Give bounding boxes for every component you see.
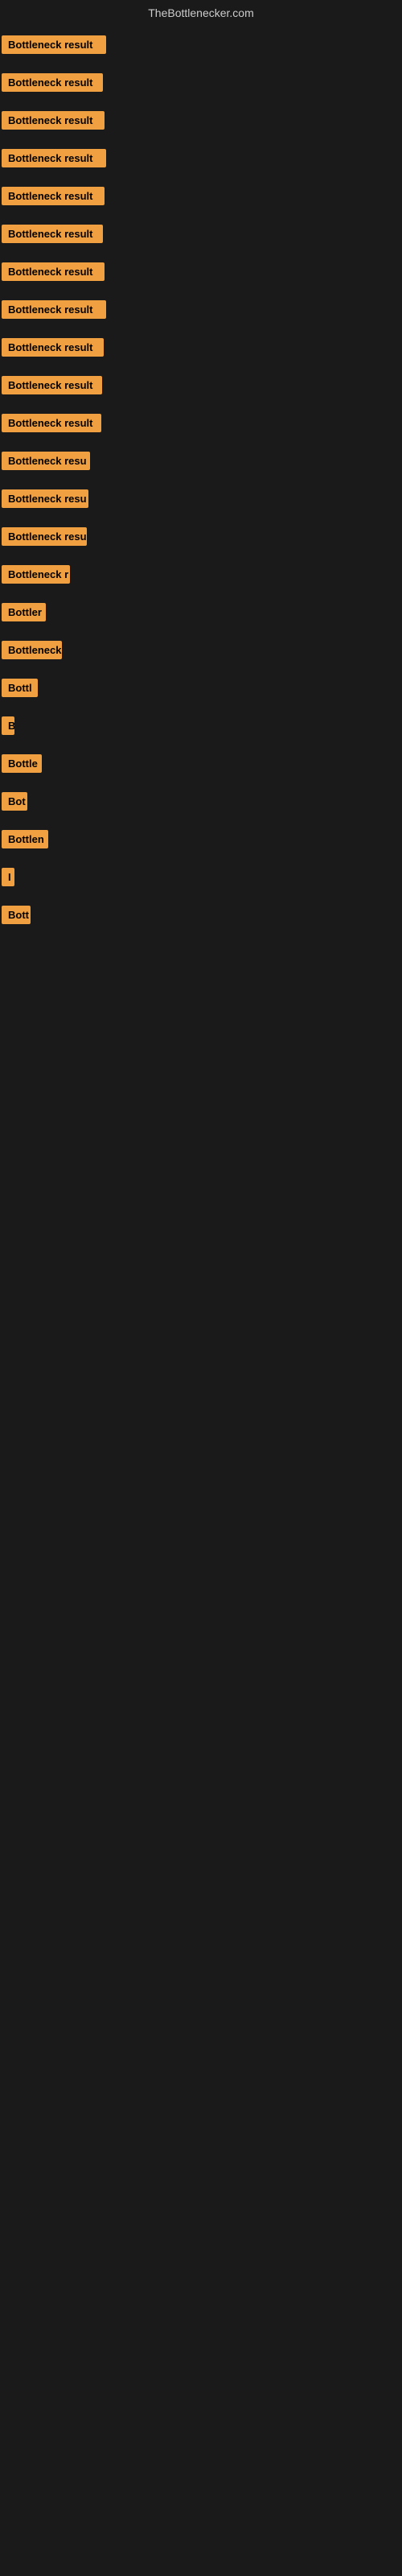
bottleneck-label[interactable]: Bottle	[2, 754, 42, 773]
bottleneck-label[interactable]: Bottleneck resu	[2, 489, 88, 508]
result-row: Bottle	[0, 745, 402, 782]
bottleneck-label[interactable]: Bot	[2, 792, 27, 811]
result-row: Bottleneck result	[0, 177, 402, 215]
result-row: Bottleneck result	[0, 291, 402, 328]
results-container: Bottleneck result Bottleneck result Bottle…	[0, 26, 402, 934]
bottleneck-label[interactable]: Bottleneck result	[2, 376, 102, 394]
site-header: TheBottlenecker.com	[0, 0, 402, 26]
bottleneck-label[interactable]: Bottleneck result	[2, 262, 105, 281]
result-row: Bottleneck result	[0, 26, 402, 64]
site-title: TheBottlenecker.com	[0, 0, 402, 26]
result-row: Bottleneck result	[0, 404, 402, 442]
result-row: Bottleneck r	[0, 555, 402, 593]
result-row: Bottleneck result	[0, 328, 402, 366]
bottleneck-label[interactable]: Bottleneck	[2, 641, 62, 659]
result-row: I	[0, 858, 402, 896]
bottleneck-label[interactable]: Bottleneck result	[2, 73, 103, 92]
result-row: Bottler	[0, 593, 402, 631]
bottleneck-label[interactable]: Bottleneck result	[2, 300, 106, 319]
result-row: Bot	[0, 782, 402, 820]
bottleneck-label[interactable]: Bottleneck result	[2, 35, 106, 54]
result-row: Bottleneck resu	[0, 442, 402, 480]
bottleneck-label[interactable]: Bottleneck r	[2, 565, 70, 584]
bottleneck-label[interactable]: Bottleneck resu	[2, 452, 90, 470]
bottleneck-label[interactable]: Bottleneck result	[2, 225, 103, 243]
result-row: Bottleneck result	[0, 64, 402, 101]
bottleneck-label[interactable]: Bottleneck result	[2, 414, 101, 432]
result-row: Bottleneck	[0, 631, 402, 669]
result-row: Bottleneck result	[0, 101, 402, 139]
result-row: Bottlen	[0, 820, 402, 858]
result-row: Bottleneck resu	[0, 518, 402, 555]
bottleneck-label[interactable]: Bottler	[2, 603, 46, 621]
bottleneck-label[interactable]: Bottleneck result	[2, 338, 104, 357]
result-row: Bottleneck result	[0, 215, 402, 253]
bottleneck-label[interactable]: Bott	[2, 906, 31, 924]
bottleneck-label[interactable]: Bottleneck result	[2, 111, 105, 130]
result-row: Bottleneck result	[0, 253, 402, 291]
bottleneck-label[interactable]: Bottl	[2, 679, 38, 697]
result-row: Bott	[0, 896, 402, 934]
result-row: B	[0, 707, 402, 745]
bottleneck-label[interactable]: B	[2, 716, 14, 735]
result-row: Bottl	[0, 669, 402, 707]
bottleneck-label[interactable]: Bottleneck resu	[2, 527, 87, 546]
result-row: Bottleneck result	[0, 139, 402, 177]
bottleneck-label[interactable]: Bottlen	[2, 830, 48, 848]
bottleneck-label[interactable]: I	[2, 868, 14, 886]
result-row: Bottleneck result	[0, 366, 402, 404]
bottleneck-label[interactable]: Bottleneck result	[2, 149, 106, 167]
result-row: Bottleneck resu	[0, 480, 402, 518]
bottleneck-label[interactable]: Bottleneck result	[2, 187, 105, 205]
